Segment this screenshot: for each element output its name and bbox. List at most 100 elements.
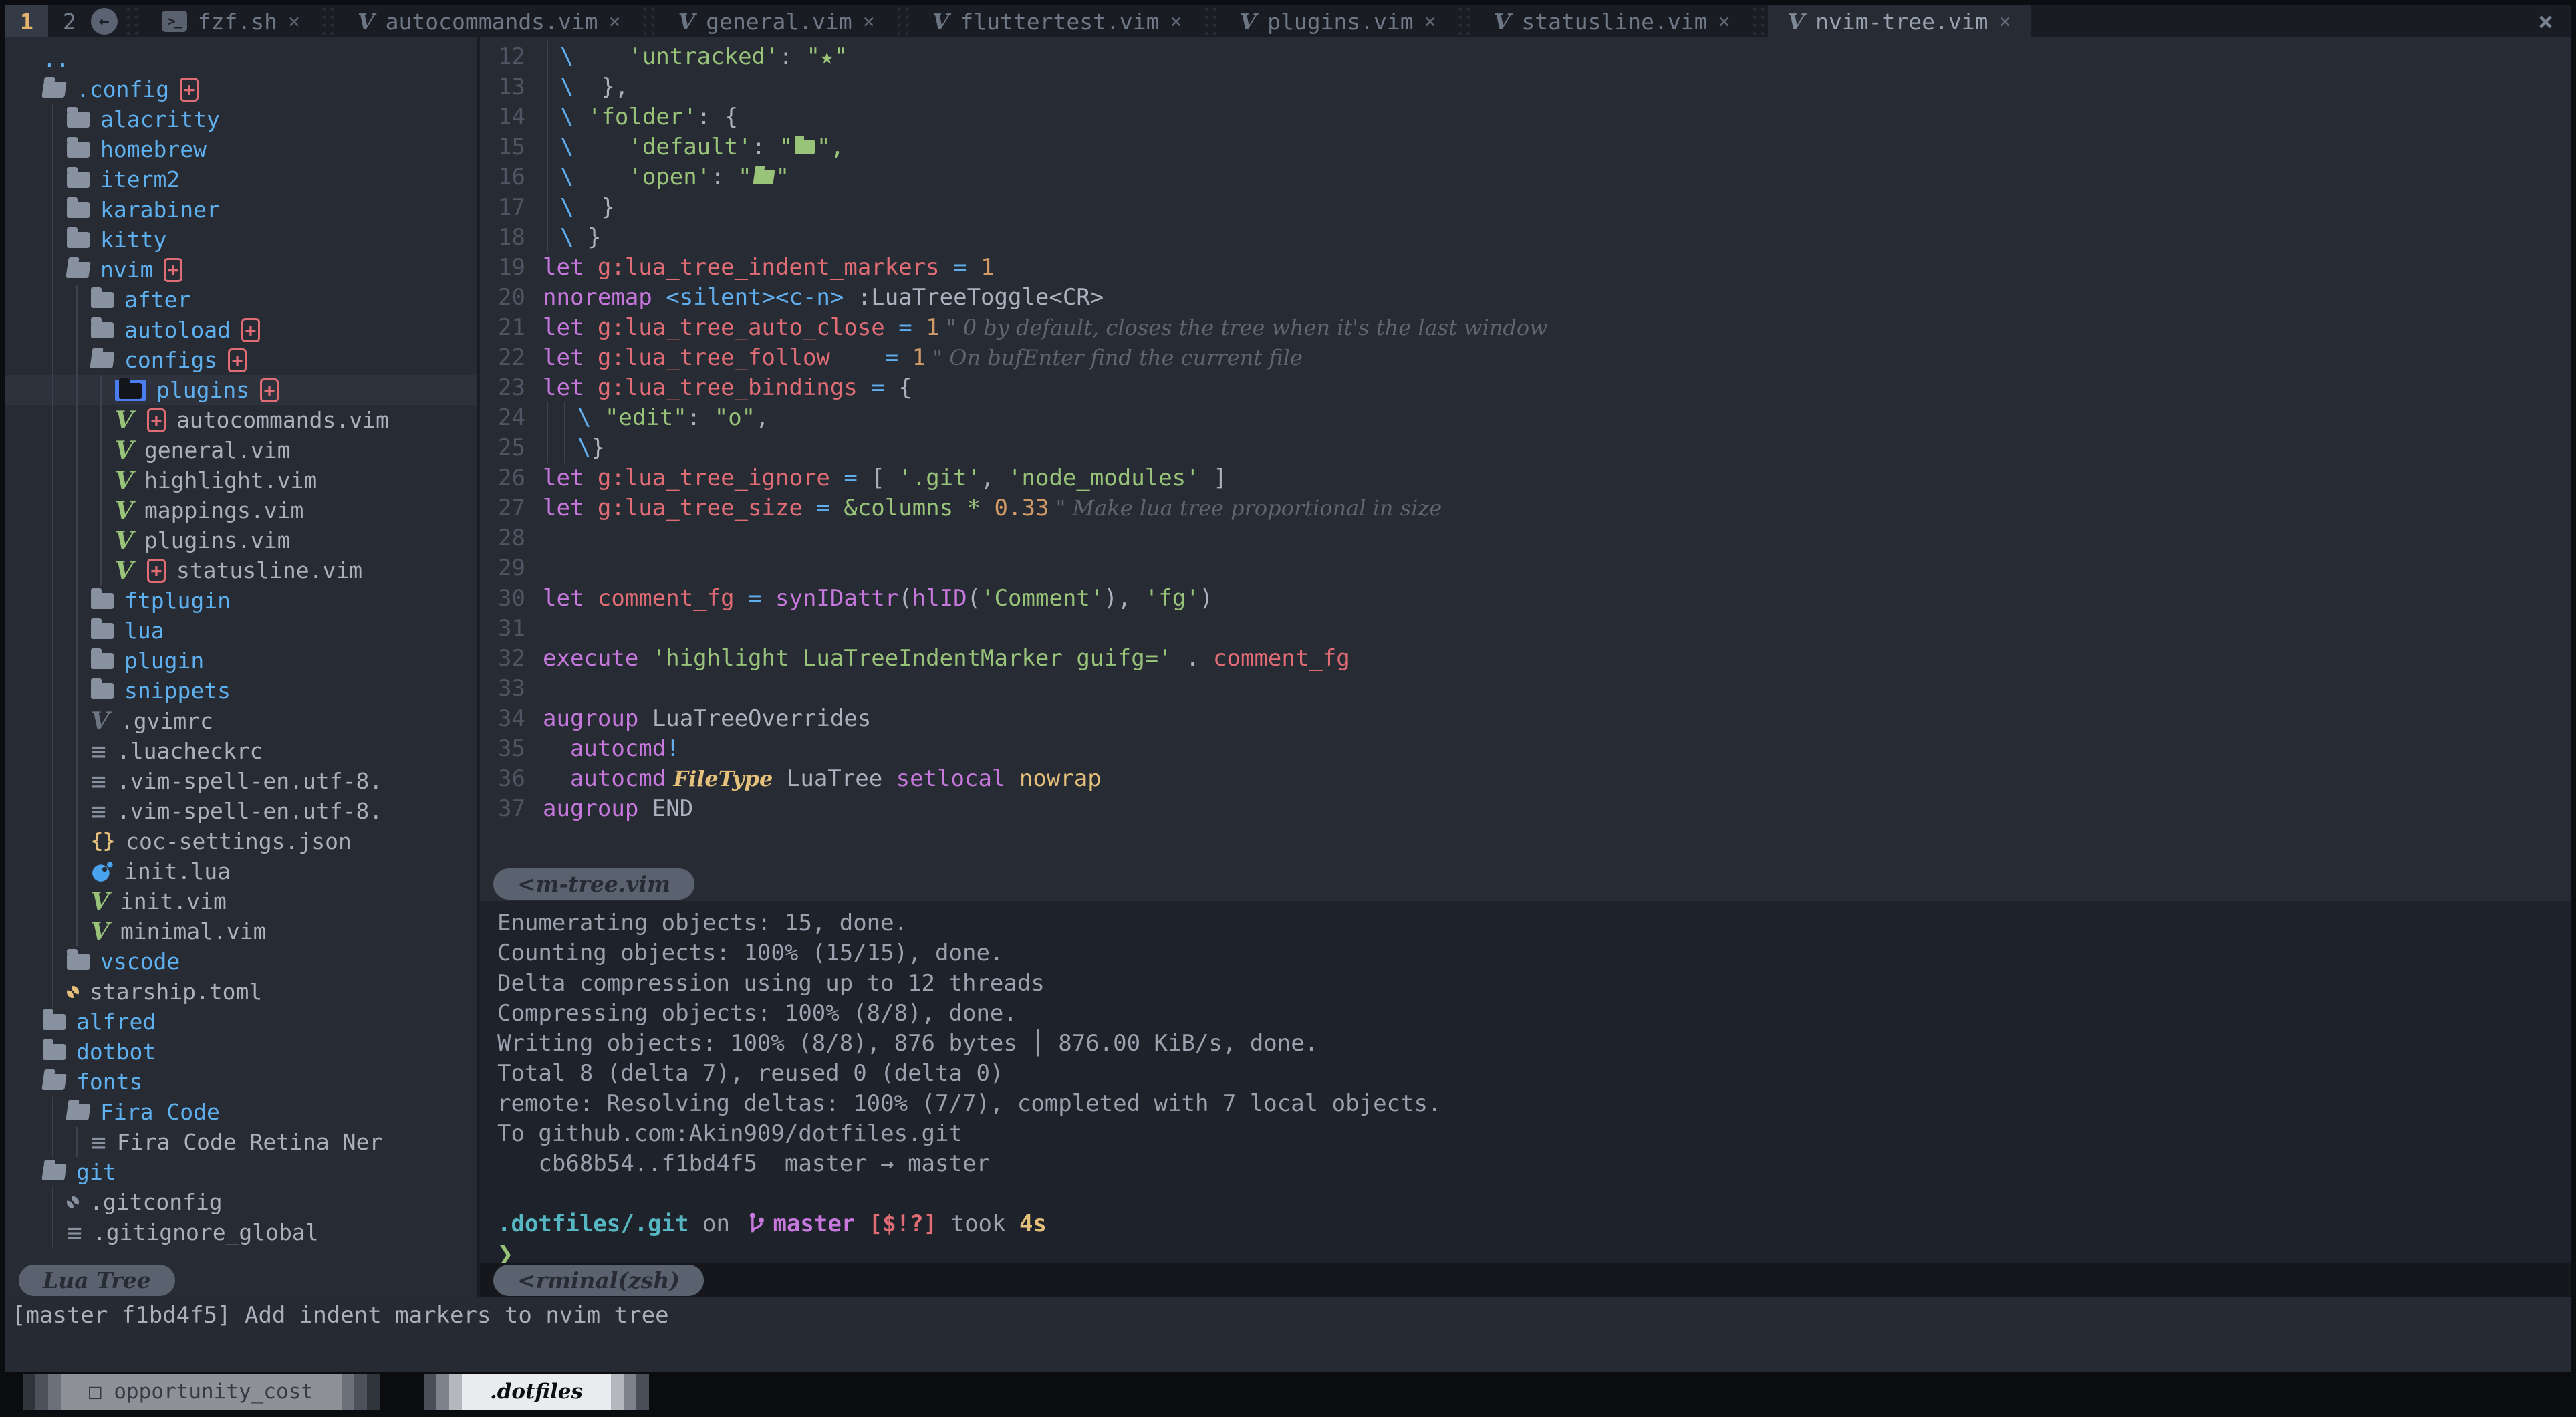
tree-row-statusline-vim[interactable]: V+statusline.vim [5, 555, 477, 586]
terminal-line: Writing objects: 100% (8/8), 876 bytes │… [497, 1028, 2571, 1058]
indent-guide [560, 402, 577, 432]
terminal-line: Delta compression using up to 12 threads [497, 968, 2571, 998]
tree-row-minimal-vim[interactable]: Vminimal.vim [5, 916, 477, 946]
terminal-window: 1 2 ← >_fzf.sh× Vautocommands.vim× Vgenera… [0, 0, 2576, 1417]
indent-guide [67, 766, 91, 796]
tab-autocommands-vim[interactable]: Vautocommands.vim× [338, 5, 641, 37]
code-line: 21let g:lua_tree_auto_close = 1 " 0 by d… [488, 312, 2571, 342]
git-new-badge: + [147, 559, 166, 583]
tree-row-fonts[interactable]: fonts [5, 1067, 477, 1097]
tree-row-lua[interactable]: lua [5, 616, 477, 646]
indent-guide [43, 375, 67, 405]
back-circle-icon[interactable]: ← [91, 8, 118, 35]
tmux-window-2[interactable]: 2 [48, 5, 91, 37]
tree-row-nvim[interactable]: nvim+ [5, 255, 477, 285]
indent-guide [43, 826, 67, 856]
tree-row-plugins-vim[interactable]: Vplugins.vim [5, 525, 477, 555]
folder-icon [43, 1044, 66, 1060]
indent-guide [43, 1217, 67, 1247]
file-explorer: ...config+alacrittyhomebrewiterm2karabin… [5, 37, 477, 1297]
indent-guide [67, 435, 91, 465]
tree-row-coc-settings-json[interactable]: {}coc-settings.json [5, 826, 477, 856]
tree-row-ftplugin[interactable]: ftplugin [5, 586, 477, 616]
tab-nvim-tree-vim[interactable]: Vnvim-tree.vim× [1768, 5, 2031, 37]
tab-close-icon[interactable]: × [1170, 10, 1182, 33]
tree-row-starship-toml[interactable]: starship.toml [5, 977, 477, 1007]
tree-row--gitignore_global[interactable]: ≡.gitignore_global [5, 1217, 477, 1247]
tree-row--[interactable]: .. [5, 44, 477, 74]
tmux-session-dotfiles[interactable]: .dotfiles [424, 1374, 649, 1410]
tab-statusline-vim[interactable]: Vstatusline.vim× [1474, 5, 1751, 37]
tab-close-icon[interactable]: × [1999, 10, 2011, 33]
code-editor[interactable]: 12\ 'untracked': "★"13\ },14\ 'folder': … [480, 37, 2571, 866]
indent-guide [43, 225, 67, 255]
tree-item-label: plugin [124, 648, 204, 674]
tree-row-karabiner[interactable]: karabiner [5, 195, 477, 225]
tree-row-Fira-Code[interactable]: Fira Code [5, 1097, 477, 1127]
tab-fzf-sh[interactable]: >_fzf.sh× [142, 5, 320, 37]
tab-close-icon[interactable]: × [609, 10, 621, 33]
tree-row-dotbot[interactable]: dotbot [5, 1037, 477, 1067]
indent-guide [67, 525, 91, 555]
tree-row-init-lua[interactable]: init.lua [5, 856, 477, 886]
tree-row--vim-spell-en-utf-8-[interactable]: ≡.vim-spell-en.utf-8. [5, 766, 477, 796]
vim-file-icon: V [115, 436, 134, 465]
tree-row-snippets[interactable]: snippets [5, 676, 477, 706]
tree-row-mappings-vim[interactable]: Vmappings.vim [5, 495, 477, 525]
tree-row-homebrew[interactable]: homebrew [5, 134, 477, 164]
tmux-window-1[interactable]: 1 [5, 5, 48, 37]
tab-fluttertest-vim[interactable]: Vfluttertest.vim× [912, 5, 1202, 37]
tree-row-iterm2[interactable]: iterm2 [5, 164, 477, 195]
close-all-icon[interactable]: × [2538, 5, 2553, 37]
tree-row--vim-spell-en-utf-8-[interactable]: ≡.vim-spell-en.utf-8. [5, 796, 477, 826]
tmux-session-opportunity-cost[interactable]: □ opportunity_cost [23, 1374, 380, 1410]
tree-row-autoload[interactable]: autoload+ [5, 315, 477, 345]
cursor-block [115, 380, 146, 401]
tree-row-autocommands-vim[interactable]: V+autocommands.vim [5, 405, 477, 435]
terminal-pane[interactable]: Enumerating objects: 15, done.Counting o… [480, 901, 2571, 1263]
tab-general-vim[interactable]: Vgeneral.vim× [658, 5, 895, 37]
tree-row--luacheckrc[interactable]: ≡.luacheckrc [5, 736, 477, 766]
git-branch-icon [747, 1212, 766, 1236]
tree-row-plugins[interactable]: plugins+ [5, 375, 477, 405]
tree-row-plugin[interactable]: plugin [5, 646, 477, 676]
tab-close-icon[interactable]: × [1718, 10, 1730, 33]
folder-icon [67, 232, 90, 248]
tab-close-icon[interactable]: × [1424, 10, 1436, 33]
vim-message-line: [master f1bd4f5] Add indent markers to n… [5, 1297, 2571, 1372]
tree-item-label: .gitignore_global [93, 1219, 319, 1245]
tree-row-alfred[interactable]: alfred [5, 1007, 477, 1037]
tree-row--gitconfig[interactable]: .gitconfig [5, 1187, 477, 1217]
tab-plugins-vim[interactable]: Vplugins.vim× [1220, 5, 1456, 37]
folder-open-icon [90, 352, 114, 368]
tree-row-alacritty[interactable]: alacritty [5, 104, 477, 134]
indent-guide [91, 405, 115, 435]
tree-row-general-vim[interactable]: Vgeneral.vim [5, 435, 477, 465]
tree-item-label: Fira Code [100, 1099, 220, 1125]
tab-close-icon[interactable]: × [288, 10, 300, 33]
tab-separator [320, 5, 338, 37]
tab-close-icon[interactable]: × [863, 10, 875, 33]
git-new-badge: + [164, 258, 182, 282]
tree-row--config[interactable]: .config+ [5, 74, 477, 104]
tree-row-init-vim[interactable]: Vinit.vim [5, 886, 477, 916]
tree-item-label: init.lua [124, 858, 231, 884]
tree-item-label: after [124, 287, 190, 313]
tree-row-git[interactable]: git [5, 1157, 477, 1187]
tree-row-Fira-Code-Retina-Ner[interactable]: ≡Fira Code Retina Ner [5, 1127, 477, 1157]
tree-row--gvimrc[interactable]: V.gvimrc [5, 706, 477, 736]
indent-guide [43, 405, 67, 435]
tree-statusline: Lua Tree [5, 1263, 477, 1297]
indent-guide [543, 72, 560, 102]
terminal-statusline: <rminal(zsh) [480, 1263, 2571, 1297]
indent-guide [43, 736, 67, 766]
git-new-badge: + [228, 348, 247, 372]
editor-statusline: <m-tree.vim [480, 866, 2571, 901]
indent-guide [91, 555, 115, 586]
tree-row-kitty[interactable]: kitty [5, 225, 477, 255]
tree-row-configs[interactable]: configs+ [5, 345, 477, 375]
tree-row-highlight-vim[interactable]: Vhighlight.vim [5, 465, 477, 495]
tree-row-vscode[interactable]: vscode [5, 946, 477, 977]
tree-row-after[interactable]: after [5, 285, 477, 315]
terminal-line: Enumerating objects: 15, done. [497, 908, 2571, 938]
